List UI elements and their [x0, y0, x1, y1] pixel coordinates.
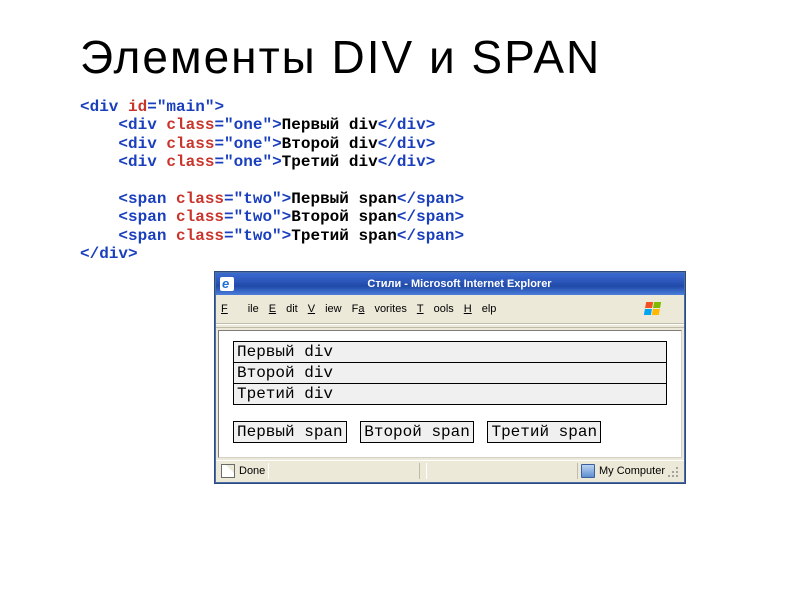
menu-view[interactable]: View — [308, 303, 342, 315]
menu-file[interactable]: File — [221, 303, 259, 315]
resize-grip-icon[interactable] — [665, 464, 679, 478]
code-val: "one" — [224, 153, 272, 171]
demo-div: Второй div — [233, 363, 667, 384]
code-tag: <div — [118, 153, 166, 171]
code-tag: <div — [118, 116, 166, 134]
menu-help[interactable]: Help — [464, 303, 497, 315]
code-tag: > — [272, 135, 282, 153]
code-tag: </div> — [378, 135, 436, 153]
demo-span: Третий span — [487, 421, 601, 443]
code-val: "two" — [234, 190, 282, 208]
computer-icon — [581, 464, 595, 478]
window-title: Стили - Microsoft Internet Explorer — [239, 278, 680, 290]
code-val: "two" — [234, 208, 282, 226]
code-attr: class — [166, 135, 214, 153]
code-attr: id — [128, 98, 147, 116]
document-icon — [221, 464, 235, 478]
menubar: File Edit View Favorites Tools Help — [216, 295, 684, 324]
code-attr: class — [166, 116, 214, 134]
menu-edit[interactable]: Edit — [269, 303, 298, 315]
titlebar[interactable]: Стили - Microsoft Internet Explorer — [216, 273, 684, 295]
windows-logo-icon — [645, 297, 669, 321]
code-tag: > — [282, 190, 292, 208]
code-tag: <span — [118, 227, 176, 245]
code-block: <div id="main"> <div class="one">Первый … — [80, 98, 740, 264]
menu-tools[interactable]: Tools — [417, 303, 454, 315]
statusbar: Done My Computer — [216, 460, 684, 482]
code-tag: > — [282, 208, 292, 226]
code-tag: </div> — [378, 116, 436, 134]
code-val: "main" — [157, 98, 215, 116]
code-tag: <div — [118, 135, 166, 153]
code-text: Второй span — [291, 208, 397, 226]
code-tag: > — [214, 98, 224, 116]
menu-favorites[interactable]: Favorites — [352, 303, 407, 315]
demo-span: Первый span — [233, 421, 347, 443]
code-tag: > — [272, 153, 282, 171]
code-tag: <span — [118, 190, 176, 208]
code-val: "one" — [224, 116, 272, 134]
code-tag: </span> — [397, 227, 464, 245]
demo-div: Первый div — [233, 341, 667, 363]
code-tag: </div> — [80, 245, 138, 263]
code-text: Второй div — [282, 135, 378, 153]
code-attr: class — [176, 208, 224, 226]
code-attr: class — [166, 153, 214, 171]
slide-title: Элементы DIV и SPAN — [80, 30, 740, 84]
code-text: Третий span — [291, 227, 397, 245]
code-val: "one" — [224, 135, 272, 153]
code-tag: </div> — [378, 153, 436, 171]
code-tag: </span> — [397, 208, 464, 226]
browser-window: Стили - Microsoft Internet Explorer File… — [215, 272, 685, 483]
ie-icon — [220, 277, 234, 291]
code-val: "two" — [234, 227, 282, 245]
code-tag: > — [282, 227, 292, 245]
code-attr: class — [176, 190, 224, 208]
demo-span: Второй span — [360, 421, 474, 443]
code-text: Первый span — [291, 190, 397, 208]
browser-content: Первый div Второй div Третий div Первый … — [218, 330, 682, 458]
demo-div: Третий div — [233, 384, 667, 405]
code-tag: </span> — [397, 190, 464, 208]
code-tag: > — [272, 116, 282, 134]
status-done: Done — [239, 465, 265, 477]
code-tag: <div — [80, 98, 128, 116]
code-attr: class — [176, 227, 224, 245]
code-tag: <span — [118, 208, 176, 226]
status-zone: My Computer — [599, 465, 665, 477]
code-text: Третий div — [282, 153, 378, 171]
code-text: Первый div — [282, 116, 378, 134]
